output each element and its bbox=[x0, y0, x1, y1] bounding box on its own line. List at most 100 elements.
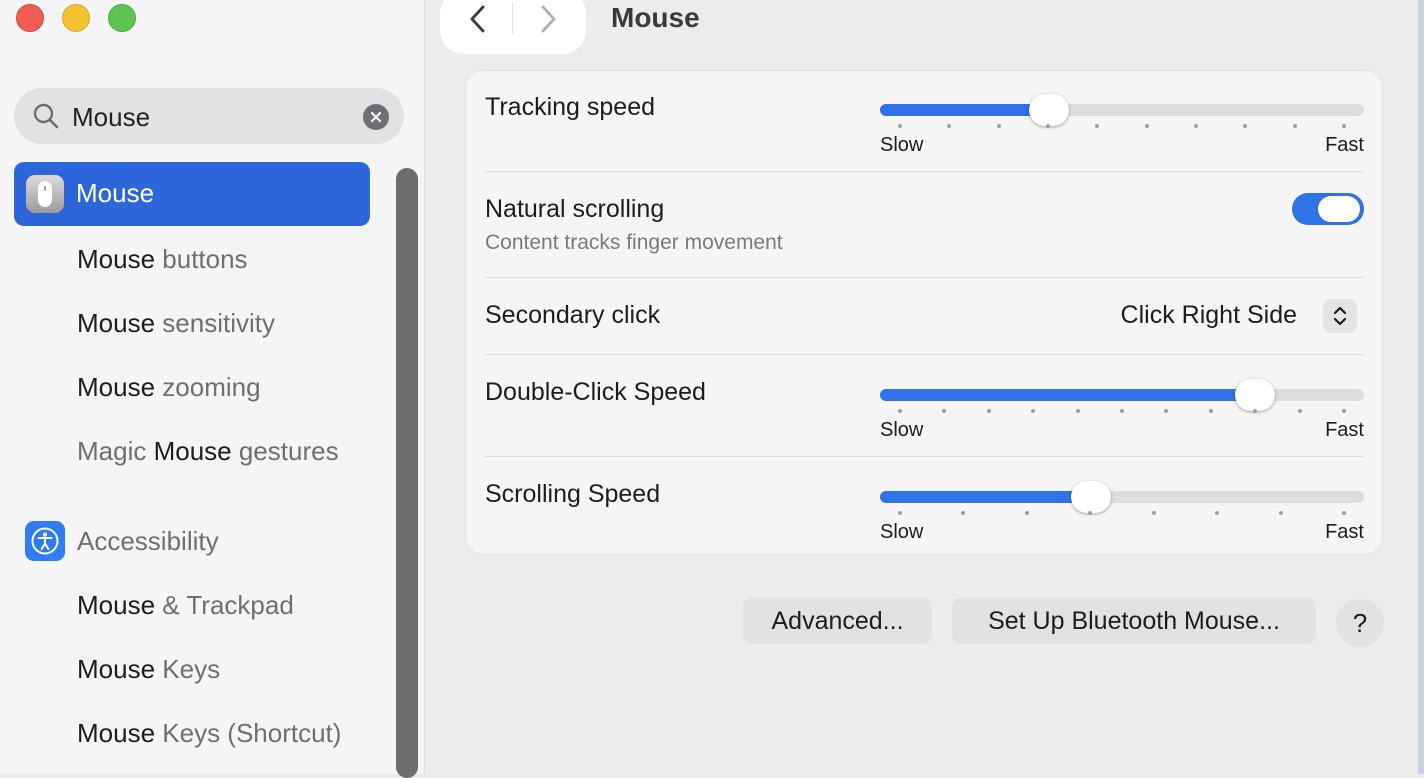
result-text: zooming bbox=[155, 372, 261, 402]
match-text: Mouse bbox=[77, 590, 156, 620]
mouse-icon bbox=[26, 175, 64, 213]
slider-min-label: Slow bbox=[880, 521, 924, 543]
search-result-mouse-sensitivity[interactable]: Mouse sensitivity bbox=[77, 308, 275, 339]
slider-tick bbox=[898, 409, 902, 413]
secondary-click-popup-button[interactable] bbox=[1323, 299, 1357, 333]
forward-button[interactable] bbox=[530, 2, 566, 36]
slider-tick bbox=[1075, 409, 1080, 413]
sidebar-item-accessibility[interactable]: Accessibility bbox=[77, 526, 219, 557]
slider-min-label: Slow bbox=[880, 134, 924, 156]
slider-min-label: Slow bbox=[880, 419, 924, 441]
row-divider bbox=[485, 354, 1364, 355]
slider-fill bbox=[880, 104, 1050, 116]
search-field[interactable] bbox=[14, 88, 404, 144]
slider-tick bbox=[996, 124, 1001, 128]
scrolling-speed-slider[interactable]: Slow Fast bbox=[880, 481, 1364, 543]
slider-knob[interactable] bbox=[1235, 379, 1276, 411]
match-text: Mouse bbox=[77, 244, 156, 274]
slider-tick bbox=[1095, 124, 1100, 128]
chevron-right-icon bbox=[541, 5, 556, 33]
slider-tick bbox=[1194, 124, 1198, 128]
search-icon bbox=[33, 103, 59, 129]
slider-tick bbox=[1342, 511, 1346, 515]
result-text: Keys bbox=[155, 654, 221, 684]
tracking-speed-label: Tracking speed bbox=[485, 93, 655, 121]
sidebar-item-label: Accessibility bbox=[77, 526, 219, 556]
secondary-click-value[interactable]: Click Right Side bbox=[1121, 301, 1297, 330]
slider-fill bbox=[880, 491, 1091, 503]
clear-search-icon[interactable] bbox=[363, 104, 389, 130]
result-text: sensitivity bbox=[155, 308, 275, 338]
row-divider bbox=[485, 171, 1364, 172]
result-text: & Trackpad bbox=[155, 590, 294, 620]
slider-tick bbox=[1342, 124, 1346, 128]
toggle-knob bbox=[1318, 196, 1360, 222]
slider-tick bbox=[1292, 124, 1297, 128]
search-result-mouse-keys-shortcut[interactable]: Mouse Keys (Shortcut) bbox=[77, 718, 341, 749]
slider-tick bbox=[1243, 124, 1248, 128]
slider-tick bbox=[1031, 409, 1036, 413]
tracking-speed-slider[interactable]: Slow Fast bbox=[880, 94, 1364, 156]
sidebar-scrollbar[interactable] bbox=[396, 168, 418, 778]
close-window-button[interactable] bbox=[16, 4, 44, 32]
secondary-click-label: Secondary click bbox=[485, 301, 661, 329]
slider-knob[interactable] bbox=[1070, 481, 1111, 513]
result-text: buttons bbox=[155, 244, 248, 274]
settings-panel: Tracking speed Slow Fast Natural scrolli… bbox=[465, 70, 1383, 555]
accessibility-icon bbox=[25, 521, 65, 561]
desktop-edge bbox=[1418, 0, 1424, 774]
slider-tick bbox=[1046, 124, 1050, 128]
slider-tick bbox=[961, 511, 966, 515]
slider-max-label: Fast bbox=[1325, 521, 1364, 543]
chevron-left-icon bbox=[470, 5, 485, 33]
natural-scrolling-toggle[interactable] bbox=[1292, 193, 1364, 225]
nav-divider bbox=[512, 2, 513, 34]
slider-tick bbox=[898, 124, 902, 128]
slider-max-label: Fast bbox=[1325, 134, 1364, 156]
slider-tick bbox=[1253, 409, 1258, 413]
navigation-buttons bbox=[440, 0, 586, 54]
match-text: Mouse bbox=[77, 654, 156, 684]
advanced-button[interactable]: Advanced... bbox=[743, 598, 932, 644]
search-result-magic-mouse-gestures[interactable]: Magic Mouse gestures bbox=[77, 436, 339, 467]
slider-tick bbox=[1144, 124, 1149, 128]
window-controls bbox=[16, 4, 136, 32]
sidebar-item-mouse[interactable]: Mouse bbox=[14, 162, 370, 226]
double-click-speed-slider[interactable]: Slow Fast bbox=[880, 379, 1364, 441]
slider-tick bbox=[942, 409, 947, 413]
search-result-mouse-trackpad[interactable]: Mouse & Trackpad bbox=[77, 590, 294, 621]
match-text: Mouse bbox=[153, 436, 232, 466]
result-text: Magic bbox=[77, 436, 154, 466]
slider-tick bbox=[1342, 409, 1346, 413]
search-result-mouse-keys[interactable]: Mouse Keys bbox=[77, 654, 220, 685]
sidebar-item-label: Mouse bbox=[76, 178, 155, 208]
slider-tick bbox=[1297, 409, 1302, 413]
page-title: Mouse bbox=[611, 2, 700, 33]
natural-scrolling-description: Content tracks finger movement bbox=[485, 231, 783, 254]
slider-fill bbox=[880, 389, 1256, 401]
slider-tick bbox=[1151, 511, 1156, 515]
sidebar: Mouse Mouse buttons Mouse sensitivity Mo… bbox=[0, 0, 425, 778]
search-input[interactable] bbox=[70, 98, 364, 136]
back-button[interactable] bbox=[460, 2, 496, 36]
slider-knob[interactable] bbox=[1029, 94, 1070, 126]
setup-bluetooth-mouse-button[interactable]: Set Up Bluetooth Mouse... bbox=[952, 598, 1316, 644]
slider-tick bbox=[898, 511, 902, 515]
slider-tick bbox=[1278, 511, 1283, 515]
slider-tick bbox=[1164, 409, 1169, 413]
scrolling-speed-label: Scrolling Speed bbox=[485, 480, 661, 508]
natural-scrolling-label: Natural scrolling bbox=[485, 195, 665, 223]
match-text: Mouse bbox=[77, 308, 156, 338]
search-result-mouse-buttons[interactable]: Mouse buttons bbox=[77, 244, 248, 275]
row-divider bbox=[485, 277, 1364, 278]
search-result-mouse-zooming[interactable]: Mouse zooming bbox=[77, 372, 261, 403]
slider-tick bbox=[1088, 511, 1093, 515]
chevron-up-down-icon bbox=[1333, 306, 1347, 326]
zoom-window-button[interactable] bbox=[108, 4, 136, 32]
slider-tick bbox=[986, 409, 991, 413]
match-text: Mouse bbox=[77, 718, 156, 748]
minimize-window-button[interactable] bbox=[62, 4, 90, 32]
slider-tick bbox=[1208, 409, 1213, 413]
help-button[interactable]: ? bbox=[1336, 599, 1384, 647]
match-text: Mouse bbox=[77, 372, 156, 402]
